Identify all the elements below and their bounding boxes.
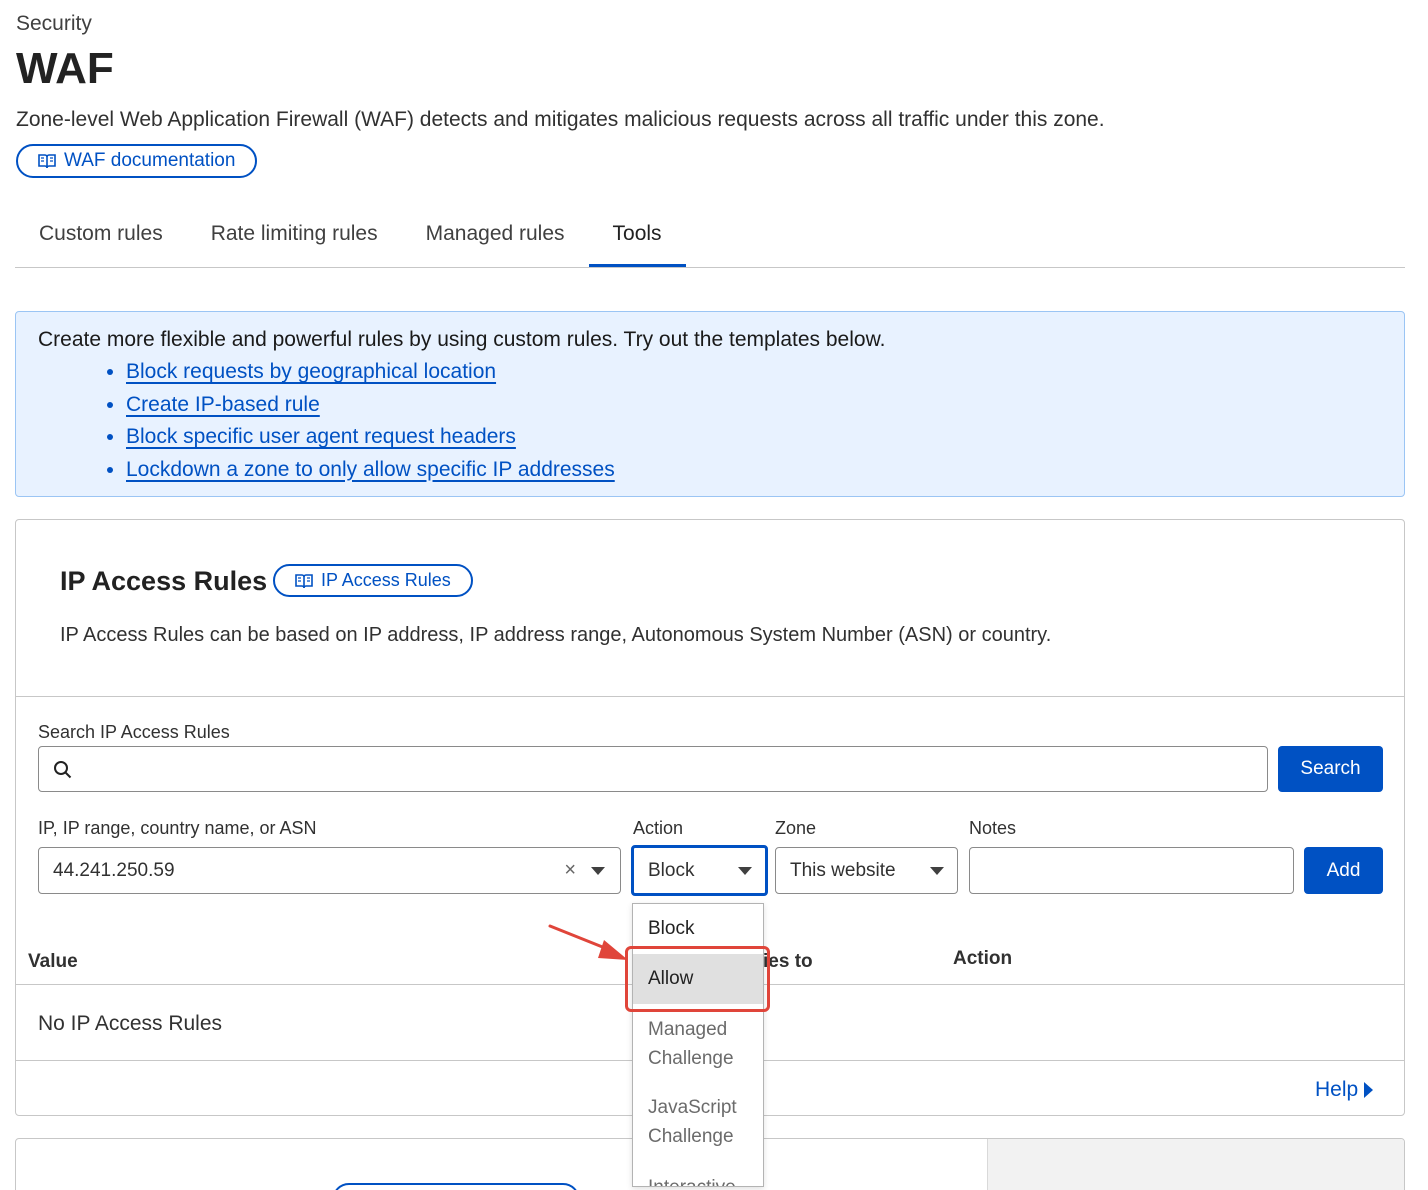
book-icon [38, 154, 56, 169]
tab-custom-rules[interactable]: Custom rules [15, 204, 187, 264]
custom-rules-info-banner: Create more flexible and powerful rules … [15, 311, 1405, 497]
divider [16, 696, 1404, 697]
empty-table-message: No IP Access Rules [38, 1012, 223, 1035]
action-option-block[interactable]: Block [633, 916, 763, 942]
help-label: Help [1315, 1078, 1359, 1101]
zone-select[interactable]: This website [775, 847, 958, 894]
waf-documentation-button[interactable]: WAF documentation [16, 144, 258, 178]
caret-right-icon [1364, 1082, 1374, 1098]
action-field-label: Action [633, 818, 684, 838]
tab-tools[interactable]: Tools [588, 204, 686, 267]
option-line: Managed [648, 1019, 728, 1040]
page-title: WAF [16, 44, 114, 93]
add-button[interactable]: Add [1304, 847, 1383, 894]
chevron-down-icon[interactable] [591, 867, 605, 875]
template-link-geo-block[interactable]: Block requests by geographical location [126, 360, 496, 383]
search-button[interactable]: Search [1278, 746, 1383, 792]
next-section-doc-button[interactable] [332, 1183, 580, 1190]
search-label: Search IP Access Rules [38, 722, 230, 742]
column-header-value: Value [28, 951, 78, 972]
template-link-lockdown[interactable]: Lockdown a zone to only allow specific I… [126, 458, 615, 481]
action-select-value: Block [648, 859, 695, 881]
next-section-side-panel [987, 1139, 1404, 1190]
option-line: Challenge [648, 1126, 734, 1147]
book-icon [295, 573, 313, 588]
help-link[interactable]: Help [1315, 1078, 1374, 1102]
list-item: Create IP-based rule [126, 389, 1382, 422]
search-icon [54, 761, 72, 779]
ip-value-text: 44.241.250.59 [53, 859, 175, 881]
ip-access-rules-doc-label: IP Access Rules [321, 570, 451, 590]
list-item: Lockdown a zone to only allow specific I… [126, 454, 1382, 487]
chevron-down-icon [738, 867, 752, 875]
ip-access-rules-title: IP Access Rules [60, 566, 268, 596]
notes-field-label: Notes [969, 818, 1017, 838]
ip-access-rules-doc-button[interactable]: IP Access Rules [273, 564, 473, 597]
action-option-managed-challenge[interactable]: Managed Challenge [633, 1015, 763, 1073]
notes-input[interactable] [969, 847, 1294, 894]
ip-field-label: IP, IP range, country name, or ASN [38, 818, 317, 838]
option-line: Challenge [648, 1048, 734, 1069]
waf-documentation-label: WAF documentation [64, 150, 236, 171]
info-banner-text: Create more flexible and powerful rules … [38, 328, 886, 351]
clear-icon[interactable]: × [564, 859, 576, 882]
page-description: Zone-level Web Application Firewall (WAF… [16, 108, 1105, 131]
list-item: Block specific user agent request header… [126, 421, 1382, 454]
search-input[interactable] [38, 746, 1268, 792]
zone-select-value: This website [790, 859, 896, 881]
tab-managed-rules[interactable]: Managed rules [402, 204, 589, 264]
annotation-highlight-box [625, 946, 770, 1012]
template-links-list: Block requests by geographical location … [126, 356, 1382, 486]
breadcrumb: Security [16, 12, 92, 35]
list-item: Block requests by geographical location [126, 356, 1382, 389]
action-option-javascript-challenge[interactable]: JavaScript Challenge [633, 1093, 763, 1151]
zone-field-label: Zone [775, 818, 817, 838]
action-option-interactive-challenge[interactable]: Interactive [633, 1173, 763, 1186]
option-line: JavaScript [648, 1097, 737, 1118]
ip-value-combobox[interactable]: 44.241.250.59 × [38, 847, 621, 894]
tab-bar: Custom rules Rate limiting rules Managed… [15, 208, 1405, 268]
template-link-user-agent[interactable]: Block specific user agent request header… [126, 425, 516, 448]
template-link-ip-rule[interactable]: Create IP-based rule [126, 393, 320, 416]
column-header-applies-to: ies to [763, 951, 813, 972]
tab-rate-limiting-rules[interactable]: Rate limiting rules [187, 204, 402, 264]
chevron-down-icon [930, 867, 944, 875]
ip-access-rules-description: IP Access Rules can be based on IP addre… [60, 624, 1052, 646]
column-header-action: Action [953, 948, 1013, 969]
action-select[interactable]: Block [631, 845, 768, 896]
